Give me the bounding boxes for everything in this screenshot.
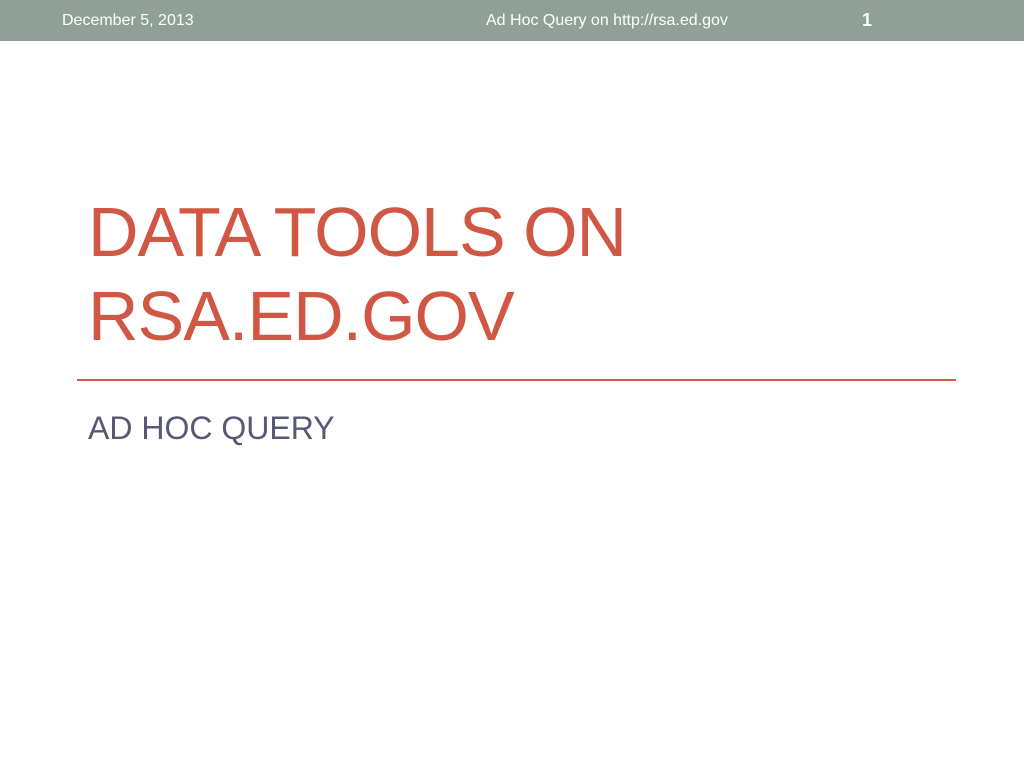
header-bar: December 5, 2013 Ad Hoc Query on http://…	[0, 0, 1024, 41]
slide: December 5, 2013 Ad Hoc Query on http://…	[0, 0, 1024, 768]
slide-title-line-2: RSA.ED.GOV	[88, 277, 515, 355]
slide-subtitle: AD HOC QUERY	[88, 410, 335, 446]
slide-date: December 5, 2013	[62, 12, 194, 29]
slide-title: DATA TOOLS ON RSA.ED.GOV	[88, 190, 958, 358]
slide-title-line-1: DATA TOOLS ON	[88, 193, 627, 271]
title-divider	[77, 379, 956, 381]
slide-page-number: 1	[862, 10, 873, 30]
slide-footer-text: Ad Hoc Query on http://rsa.ed.gov	[486, 12, 728, 29]
